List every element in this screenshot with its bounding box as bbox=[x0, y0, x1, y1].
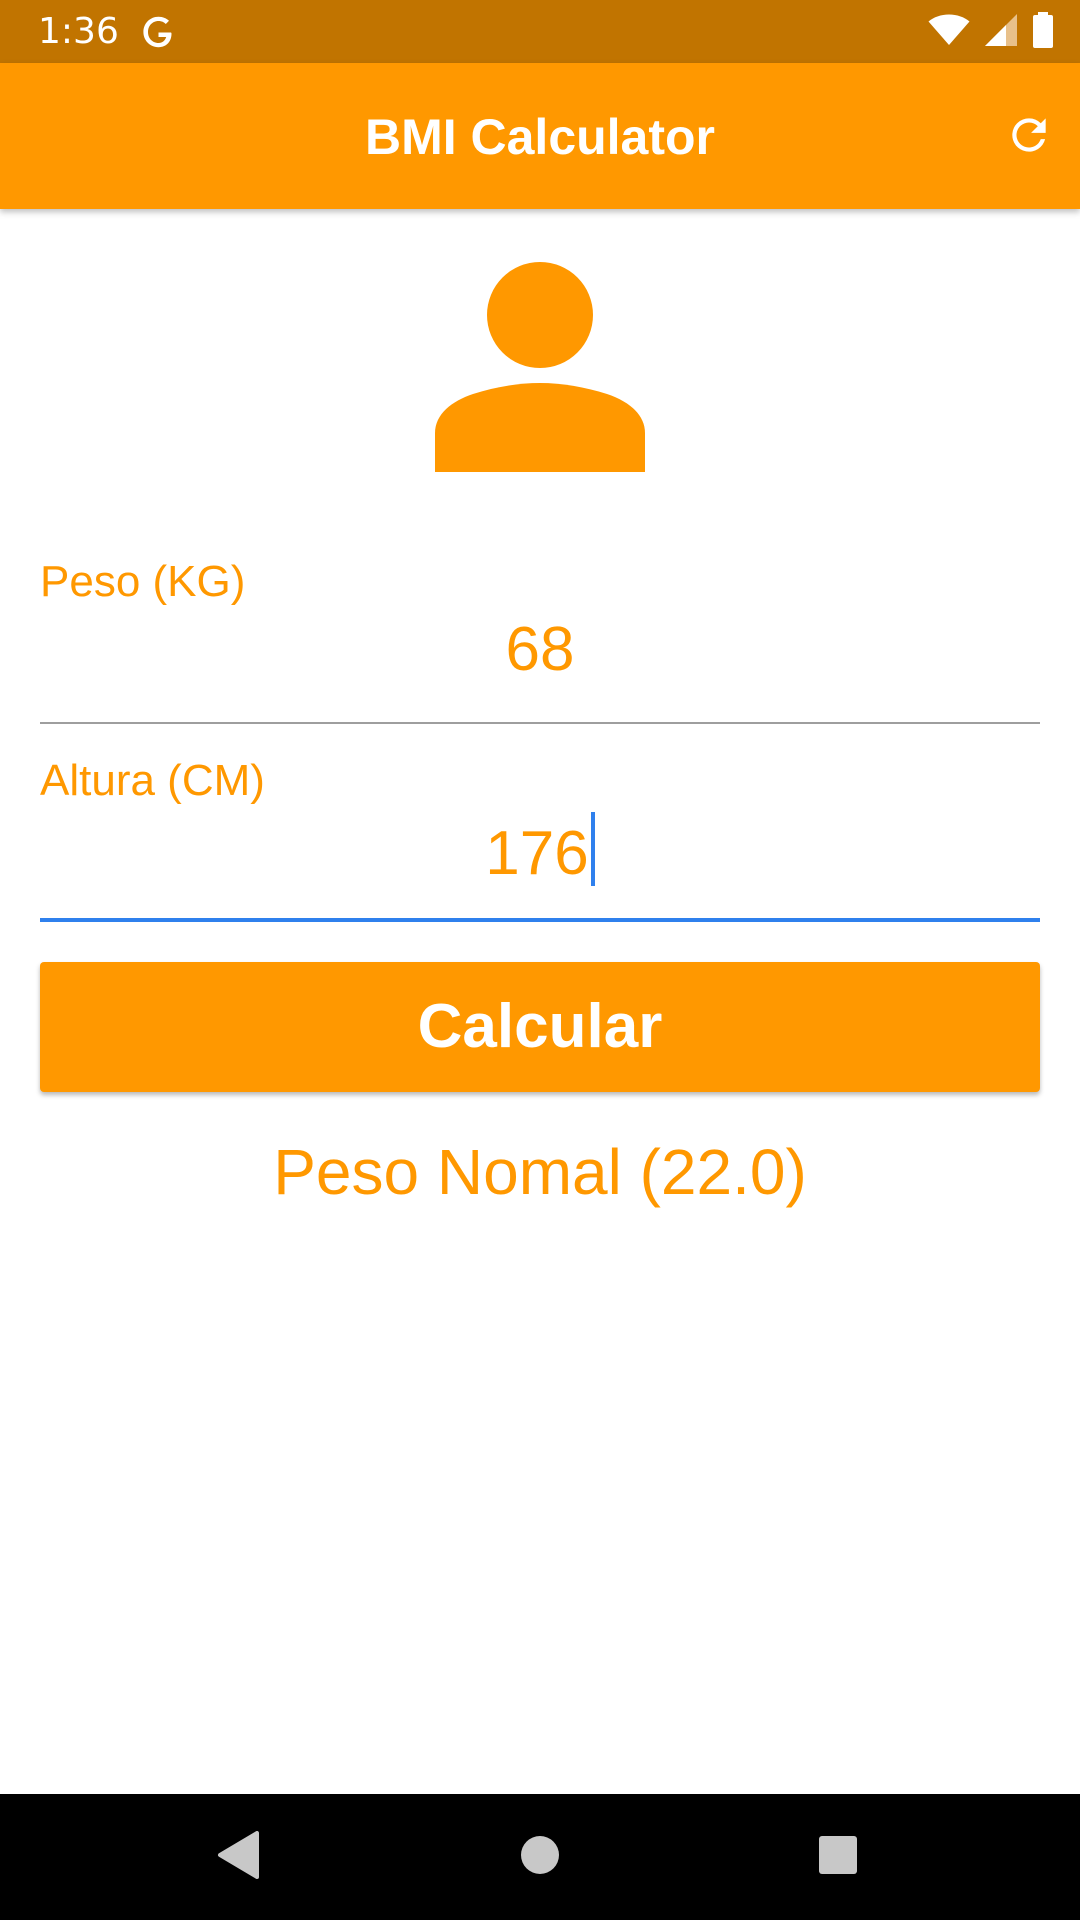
height-label: Altura (CM) bbox=[40, 756, 265, 805]
status-bar: 1:36 bbox=[0, 0, 1080, 63]
recents-button[interactable] bbox=[803, 1822, 873, 1892]
result-text: Peso Nomal (22.0) bbox=[273, 1136, 807, 1208]
weight-field[interactable]: Peso (KG) 68 bbox=[40, 556, 1040, 726]
google-g-icon bbox=[138, 12, 178, 52]
battery-icon bbox=[1032, 11, 1054, 53]
height-input[interactable]: 176 bbox=[40, 812, 1040, 892]
height-field[interactable]: Altura (CM) 176 bbox=[40, 755, 1040, 925]
wifi-icon bbox=[928, 14, 970, 51]
back-button[interactable] bbox=[204, 1822, 274, 1892]
status-time: 1:36 bbox=[38, 11, 119, 52]
home-button[interactable] bbox=[505, 1822, 575, 1892]
navigation-bar bbox=[0, 1794, 1080, 1920]
calculate-button[interactable]: Calcular bbox=[40, 962, 1040, 1092]
height-underline bbox=[40, 918, 1040, 922]
text-cursor bbox=[590, 812, 595, 886]
weight-value: 68 bbox=[505, 615, 575, 684]
status-icons bbox=[928, 11, 1054, 53]
home-icon bbox=[520, 1835, 560, 1880]
cell-signal-icon bbox=[984, 13, 1018, 52]
screen: 1:36 BMI Calculator Peso (KG) 68 Altura … bbox=[0, 0, 1080, 1920]
height-value: 176 bbox=[485, 819, 589, 888]
person-icon bbox=[433, 262, 647, 476]
weight-label: Peso (KG) bbox=[40, 557, 246, 606]
recents-icon bbox=[818, 1835, 858, 1880]
weight-input[interactable]: 68 bbox=[40, 612, 1040, 688]
refresh-icon bbox=[1004, 110, 1054, 165]
app-bar: BMI Calculator bbox=[0, 63, 1080, 209]
weight-underline bbox=[40, 722, 1040, 724]
page-title: BMI Calculator bbox=[364, 109, 716, 165]
refresh-button[interactable] bbox=[1000, 108, 1058, 166]
back-icon bbox=[217, 1830, 261, 1884]
